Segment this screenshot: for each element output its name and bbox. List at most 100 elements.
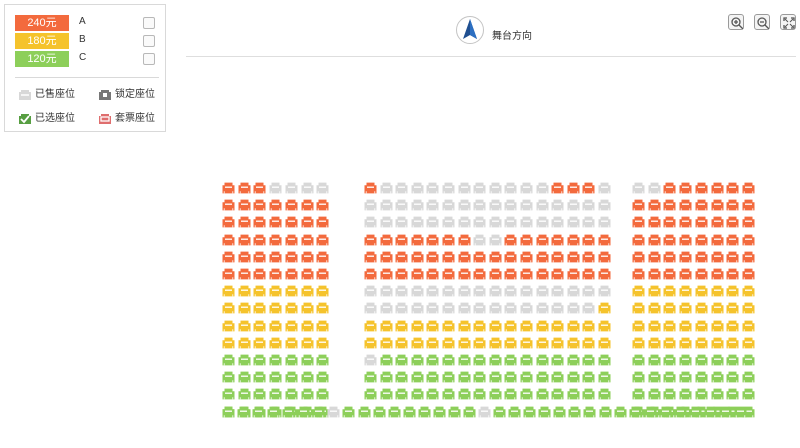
seat-left-row4-col1[interactable]	[222, 233, 235, 246]
seat-right-row12-col5[interactable]	[695, 370, 708, 383]
seat-bottom-col3[interactable]	[252, 405, 265, 418]
seat-center-row12-col15[interactable]	[582, 370, 595, 383]
seat-left-row6-col3[interactable]	[253, 267, 266, 280]
seat-right-row4-col7[interactable]	[726, 233, 739, 246]
seat-right-row8-col6[interactable]	[711, 301, 724, 314]
seat-left-row10-col5[interactable]	[285, 336, 298, 349]
seat-center-row9-col13[interactable]	[551, 319, 564, 332]
seat-center-row12-col12[interactable]	[536, 370, 549, 383]
seat-center-row11-col14[interactable]	[567, 353, 580, 366]
seat-right-row10-col1[interactable]	[632, 336, 645, 349]
seat-center-row12-col8[interactable]	[473, 370, 486, 383]
seat-right-row2-col3[interactable]	[663, 198, 676, 211]
seat-center-row10-col11[interactable]	[520, 336, 533, 349]
seat-left-row3-col3[interactable]	[253, 215, 266, 228]
seat-left-row5-col2[interactable]	[238, 250, 251, 263]
seat-left-row8-col4[interactable]	[269, 301, 282, 314]
seat-right-row7-col7[interactable]	[726, 284, 739, 297]
seat-left-row5-col1[interactable]	[222, 250, 235, 263]
seat-center-row9-col8[interactable]	[473, 319, 486, 332]
seat-left-row13-col1[interactable]	[222, 387, 235, 400]
seat-right-row1-col7[interactable]	[726, 181, 739, 194]
seat-center-row10-col9[interactable]	[489, 336, 502, 349]
seat-bottom-col2[interactable]	[237, 405, 250, 418]
seat-right-row6-col8[interactable]	[742, 267, 755, 280]
seat-left-row13-col3[interactable]	[253, 387, 266, 400]
seat-left-row11-col7[interactable]	[316, 353, 329, 366]
seat-right-row3-col8[interactable]	[742, 215, 755, 228]
seat-center-row5-col8[interactable]	[473, 250, 486, 263]
seat-left-row6-col7[interactable]	[316, 267, 329, 280]
seat-right-row9-col3[interactable]	[663, 319, 676, 332]
seat-left-row6-col2[interactable]	[238, 267, 251, 280]
seat-right-row9-col4[interactable]	[679, 319, 692, 332]
seat-center-row1-col13[interactable]	[551, 181, 564, 194]
seat-left-row9-col1[interactable]	[222, 319, 235, 332]
seat-center-row11-col15[interactable]	[582, 353, 595, 366]
seat-center-row13-col6[interactable]	[442, 387, 455, 400]
seat-left-row9-col7[interactable]	[316, 319, 329, 332]
seat-right-row12-col4[interactable]	[679, 370, 692, 383]
seat-left-row2-col3[interactable]	[253, 198, 266, 211]
seat-center-row11-col6[interactable]	[442, 353, 455, 366]
seat-bottom-col5[interactable]	[282, 405, 295, 418]
seat-right-row9-col5[interactable]	[695, 319, 708, 332]
seat-right-row10-col3[interactable]	[663, 336, 676, 349]
seat-center-row13-col7[interactable]	[458, 387, 471, 400]
seat-bottom-col22[interactable]	[538, 405, 551, 418]
seat-left-row4-col3[interactable]	[253, 233, 266, 246]
seat-left-row3-col1[interactable]	[222, 215, 235, 228]
seat-left-row3-col4[interactable]	[269, 215, 282, 228]
seat-right-row11-col8[interactable]	[742, 353, 755, 366]
seat-left-row3-col2[interactable]	[238, 215, 251, 228]
seat-bottom-col29[interactable]	[644, 405, 657, 418]
seat-left-row13-col5[interactable]	[285, 387, 298, 400]
seat-left-row6-col4[interactable]	[269, 267, 282, 280]
seat-right-row6-col7[interactable]	[726, 267, 739, 280]
seat-center-row13-col16[interactable]	[598, 387, 611, 400]
seat-left-row8-col6[interactable]	[301, 301, 314, 314]
seat-right-row9-col6[interactable]	[711, 319, 724, 332]
seat-center-row6-col5[interactable]	[426, 267, 439, 280]
seat-center-row10-col15[interactable]	[582, 336, 595, 349]
seat-right-row12-col8[interactable]	[742, 370, 755, 383]
seat-right-row1-col8[interactable]	[742, 181, 755, 194]
seat-center-row4-col3[interactable]	[395, 233, 408, 246]
seat-left-row9-col4[interactable]	[269, 319, 282, 332]
seat-left-row13-col2[interactable]	[238, 387, 251, 400]
seat-center-row13-col10[interactable]	[504, 387, 517, 400]
seat-left-row10-col3[interactable]	[253, 336, 266, 349]
seat-center-row13-col12[interactable]	[536, 387, 549, 400]
seat-right-row10-col4[interactable]	[679, 336, 692, 349]
seat-right-row7-col8[interactable]	[742, 284, 755, 297]
seat-center-row10-col8[interactable]	[473, 336, 486, 349]
seat-center-row9-col16[interactable]	[598, 319, 611, 332]
seat-left-row7-col2[interactable]	[238, 284, 251, 297]
seat-right-row2-col7[interactable]	[726, 198, 739, 211]
seat-bottom-col14[interactable]	[418, 405, 431, 418]
seat-left-row4-col4[interactable]	[269, 233, 282, 246]
seat-right-row5-col7[interactable]	[726, 250, 739, 263]
seat-center-row4-col5[interactable]	[426, 233, 439, 246]
seat-right-row5-col3[interactable]	[663, 250, 676, 263]
seat-center-row13-col11[interactable]	[520, 387, 533, 400]
seat-right-row2-col8[interactable]	[742, 198, 755, 211]
seat-center-row13-col5[interactable]	[426, 387, 439, 400]
seat-right-row12-col3[interactable]	[663, 370, 676, 383]
seat-left-row3-col6[interactable]	[301, 215, 314, 228]
seat-left-row2-col5[interactable]	[285, 198, 298, 211]
seat-center-row6-col9[interactable]	[489, 267, 502, 280]
seat-left-row4-col2[interactable]	[238, 233, 251, 246]
seat-right-row13-col2[interactable]	[648, 387, 661, 400]
seat-center-row4-col15[interactable]	[582, 233, 595, 246]
seat-right-row8-col5[interactable]	[695, 301, 708, 314]
seat-right-row3-col3[interactable]	[663, 215, 676, 228]
seat-bottom-col20[interactable]	[508, 405, 521, 418]
seat-center-row8-col16[interactable]	[598, 301, 611, 314]
seat-bottom-col34[interactable]	[719, 405, 732, 418]
seat-right-row10-col8[interactable]	[742, 336, 755, 349]
seat-center-row12-col2[interactable]	[380, 370, 393, 383]
seat-center-row10-col5[interactable]	[426, 336, 439, 349]
seat-center-row4-col14[interactable]	[567, 233, 580, 246]
seat-right-row12-col1[interactable]	[632, 370, 645, 383]
